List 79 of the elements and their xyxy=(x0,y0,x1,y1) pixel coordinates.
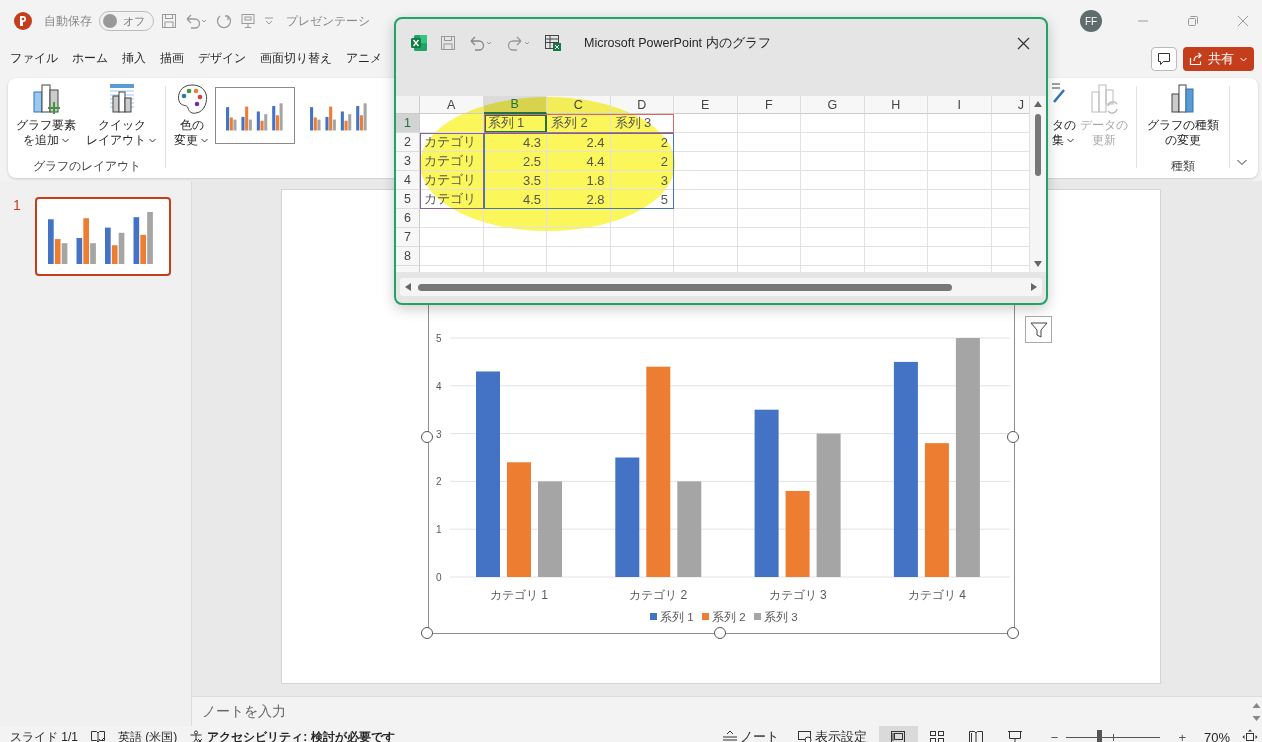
table-cell[interactable]: 2.4 xyxy=(547,133,611,152)
category-label: カテゴリ 2 xyxy=(629,588,688,602)
axis-tick-label: 0 xyxy=(436,572,442,583)
menu-tab[interactable]: ファイル xyxy=(10,47,58,71)
menu-tab[interactable]: 挿入 xyxy=(122,47,146,71)
table-cell[interactable]: カテゴリ xyxy=(420,152,484,171)
column-header[interactable]: B xyxy=(483,96,547,114)
ribbon-button[interactable]: グラフ要素 を追加 xyxy=(14,82,78,159)
table-cell[interactable]: 系列 1 xyxy=(483,114,547,133)
column-header[interactable]: A xyxy=(420,96,484,114)
row-header[interactable]: 7 xyxy=(396,228,420,247)
window-title: Microsoft PowerPoint 内のグラフ xyxy=(584,34,771,52)
table-cell[interactable]: 4.4 xyxy=(547,152,611,171)
menu-tab[interactable]: アニメ xyxy=(346,47,382,71)
notes-button[interactable]: ノート xyxy=(721,728,779,742)
axis-tick-label: 1 xyxy=(436,524,442,536)
axis-tick-label: 3 xyxy=(436,428,442,440)
row-header[interactable]: 1 xyxy=(396,114,420,133)
row-header[interactable]: 5 xyxy=(396,190,420,209)
column-header[interactable]: G xyxy=(801,96,865,114)
legend-label: 系列 2 xyxy=(712,611,746,623)
legend-label: 系列 1 xyxy=(660,611,694,623)
legend-item: 系列 1 xyxy=(650,611,694,623)
table-cell[interactable]: カテゴリ xyxy=(420,133,484,152)
table-cell[interactable]: 4.5 xyxy=(483,190,547,209)
category-label: カテゴリ 1 xyxy=(490,588,548,602)
category-label: カテゴリ 4 xyxy=(907,588,966,602)
column-header[interactable]: H xyxy=(864,96,928,114)
table-cell[interactable]: カテゴリ xyxy=(420,190,484,209)
row-header[interactable]: 6 xyxy=(396,209,420,228)
menu-tab[interactable]: ホーム xyxy=(72,47,108,71)
legend-item: 系列 3 xyxy=(754,611,798,623)
row-header[interactable]: 8 xyxy=(396,247,420,266)
category-label: カテゴリ 3 xyxy=(768,588,827,602)
menu-tab[interactable]: デザイン xyxy=(198,47,246,71)
document-title: プレゼンテーシ xyxy=(286,13,370,29)
group-label: グラフのレイアウト xyxy=(32,159,141,174)
axis-tick-label: 5 xyxy=(436,333,442,344)
table-cell[interactable]: 1.8 xyxy=(547,171,611,190)
row-header[interactable]: 2 xyxy=(396,133,420,152)
column-header[interactable]: E xyxy=(674,96,738,114)
table-cell[interactable]: 2.5 xyxy=(483,152,547,171)
table-cell[interactable]: 系列 2 xyxy=(547,114,611,133)
table-cell[interactable]: 2 xyxy=(610,133,674,152)
zoom-level[interactable]: 70% xyxy=(1203,729,1230,742)
legend-item: 系列 2 xyxy=(702,611,746,623)
group-label: 種類 xyxy=(1171,159,1195,174)
slide-number: 1 xyxy=(13,197,21,213)
slide-counter: スライド 1/1 xyxy=(10,728,78,742)
display-settings-button[interactable]: 表示設定 xyxy=(796,728,867,742)
menu-tab[interactable]: 描画 xyxy=(160,47,184,71)
column-header[interactable]: I xyxy=(928,96,992,114)
column-header[interactable]: D xyxy=(610,96,674,114)
notes-placeholder[interactable]: ノートを入力 xyxy=(202,702,286,721)
axis-tick-label: 4 xyxy=(436,380,442,392)
autosave-label: 自動保存 xyxy=(44,12,92,30)
table-cell[interactable]: 4.3 xyxy=(483,133,547,152)
table-cell[interactable]: カテゴリ xyxy=(420,171,484,190)
table-cell[interactable]: 5 xyxy=(610,190,674,209)
legend-label: 系列 3 xyxy=(764,611,798,623)
table-cell[interactable]: 3.5 xyxy=(483,171,547,190)
column-header[interactable]: C xyxy=(547,96,611,114)
zoom-out-button[interactable]: − xyxy=(1050,729,1059,742)
row-header[interactable]: 3 xyxy=(396,152,420,171)
ribbon-button[interactable]: クイック レイアウト xyxy=(84,82,159,159)
table-cell[interactable]: 2 xyxy=(610,152,674,171)
axis-tick-label: 2 xyxy=(436,476,442,488)
zoom-in-button[interactable]: + xyxy=(1178,729,1186,742)
row-header[interactable]: 4 xyxy=(396,171,420,190)
column-header[interactable]: F xyxy=(737,96,801,114)
share-button[interactable]: 共有 xyxy=(1183,47,1254,71)
table-cell[interactable]: 3 xyxy=(610,171,674,190)
ribbon-button[interactable]: タの 集 xyxy=(1052,82,1078,176)
account-avatar[interactable]: FF xyxy=(1080,10,1102,32)
ribbon-button[interactable]: グラフの種類 の変更 xyxy=(1143,82,1223,159)
column-header[interactable]: J xyxy=(991,96,1030,114)
table-cell[interactable]: 2.8 xyxy=(547,190,611,209)
menu-tab[interactable]: 画面切り替え xyxy=(260,47,332,71)
ribbon-button[interactable]: 色の 変更 xyxy=(172,82,211,176)
